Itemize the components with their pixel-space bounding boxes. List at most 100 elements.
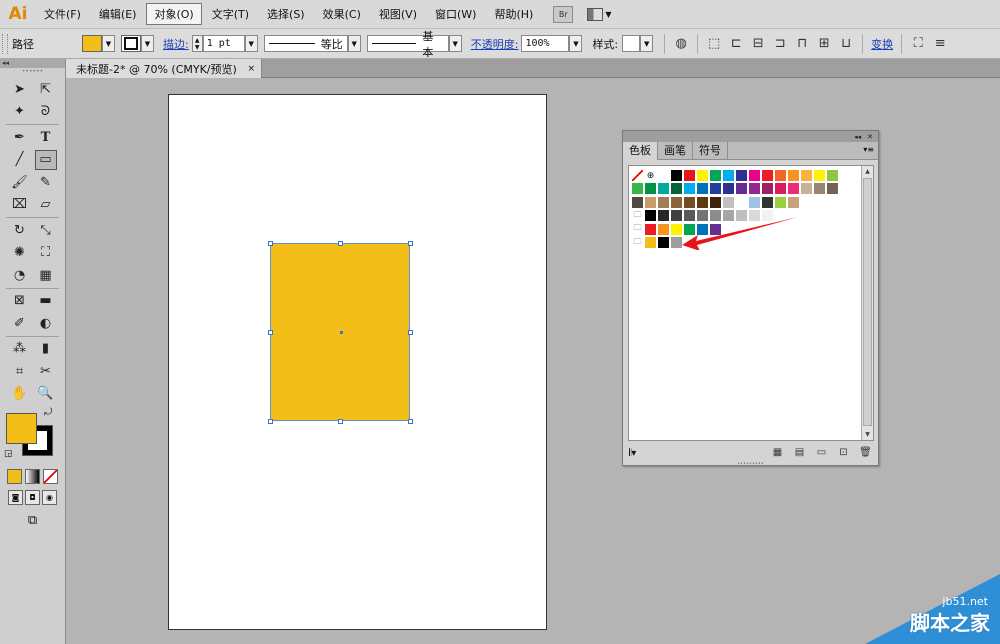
- direct-selection-tool-icon[interactable]: ⇱: [35, 79, 57, 99]
- tab-brushes[interactable]: 画笔: [658, 142, 693, 160]
- slice-tool-icon[interactable]: ✂: [35, 361, 57, 381]
- gradient-mode-button[interactable]: [25, 469, 40, 484]
- swatch[interactable]: [761, 169, 774, 182]
- color-group-folder-icon[interactable]: 🗀: [631, 223, 644, 236]
- align-hcenter-icon[interactable]: ⊟: [749, 35, 767, 53]
- close-icon[interactable]: ×: [247, 64, 255, 74]
- magic-wand-tool-icon[interactable]: ✦: [9, 102, 31, 122]
- lasso-tool-icon[interactable]: ᘐ: [35, 102, 57, 122]
- document-tab[interactable]: 未标题-2* @ 70% (CMYK/预览) ×: [66, 59, 262, 78]
- free-transform-tool-icon[interactable]: ⛶: [35, 243, 57, 263]
- menu-file[interactable]: 文件(F): [36, 3, 89, 25]
- swatch[interactable]: [748, 169, 761, 182]
- swatch[interactable]: [826, 182, 839, 196]
- collapse-panel-icon[interactable]: ◂◂: [854, 133, 861, 141]
- swatch[interactable]: [813, 182, 826, 196]
- swatch[interactable]: [683, 169, 696, 182]
- line-tool-icon[interactable]: ╱: [9, 150, 31, 170]
- swatch[interactable]: [722, 182, 735, 196]
- artboard-tool-icon[interactable]: ⌗: [9, 361, 31, 381]
- swatch[interactable]: [631, 195, 644, 209]
- swatch[interactable]: [670, 182, 683, 196]
- mesh-tool-icon[interactable]: ⊠: [9, 291, 31, 311]
- swatch[interactable]: [657, 195, 670, 209]
- selection-handle[interactable]: [408, 241, 413, 246]
- shape-builder-tool-icon[interactable]: ◔: [9, 265, 31, 285]
- swatch[interactable]: [696, 169, 709, 182]
- color-group-folder-icon[interactable]: 🗀: [631, 209, 644, 222]
- color-mode-button[interactable]: [7, 469, 22, 484]
- swatch[interactable]: [787, 182, 800, 196]
- opacity-dropdown[interactable]: ▼: [569, 35, 583, 52]
- bridge-button[interactable]: Br: [553, 5, 574, 23]
- swatch[interactable]: [722, 169, 735, 182]
- hand-tool-icon[interactable]: ✋: [9, 384, 31, 404]
- scroll-thumb[interactable]: [863, 178, 872, 426]
- align-right-icon[interactable]: ⊐: [771, 35, 789, 53]
- default-fill-stroke-icon[interactable]: ◲: [4, 449, 13, 459]
- swatch[interactable]: [709, 182, 722, 196]
- style-dropdown[interactable]: ▼: [640, 35, 654, 52]
- opacity-input[interactable]: 100%: [521, 35, 570, 52]
- brush-definition[interactable]: 基本: [366, 30, 449, 59]
- swatch[interactable]: [657, 222, 670, 236]
- swatch[interactable]: [787, 169, 800, 182]
- menu-window[interactable]: 窗口(W): [427, 3, 484, 25]
- fill-color-button[interactable]: [82, 35, 102, 52]
- swatch[interactable]: [709, 169, 722, 182]
- scroll-up-icon[interactable]: ▲: [862, 166, 873, 177]
- rectangle-tool-icon[interactable]: ▭: [34, 149, 57, 170]
- selection-handle[interactable]: [408, 330, 413, 335]
- recolor-artwork-icon[interactable]: ◍: [672, 35, 690, 53]
- swap-fill-stroke-icon[interactable]: ⤾: [44, 407, 52, 418]
- swatch[interactable]: [826, 169, 839, 182]
- fill-dropdown[interactable]: ▼: [102, 35, 115, 52]
- variable-width-profile[interactable]: 等比: [263, 35, 348, 52]
- screen-mode-icon[interactable]: ⧉: [22, 513, 44, 529]
- selection-handle[interactable]: [268, 241, 273, 246]
- align-bottom-icon[interactable]: ⊔: [837, 35, 855, 53]
- show-swatch-kinds-icon[interactable]: ▦: [771, 447, 784, 459]
- swatch[interactable]: [735, 195, 748, 209]
- swatch[interactable]: [761, 195, 774, 209]
- column-graph-tool-icon[interactable]: ▮: [35, 339, 57, 359]
- menu-type[interactable]: 文字(T): [204, 3, 257, 25]
- menu-object[interactable]: 对象(O): [146, 3, 202, 25]
- swatch[interactable]: [774, 182, 787, 196]
- isolate-group-icon[interactable]: ⛶: [909, 35, 927, 53]
- swatch[interactable]: [657, 182, 670, 196]
- selection-handle[interactable]: [338, 241, 343, 246]
- zoom-tool-icon[interactable]: 🔍: [35, 384, 57, 404]
- selection-handle[interactable]: [338, 419, 343, 424]
- color-group-folder-icon[interactable]: 🗀: [631, 236, 644, 249]
- scrollbar[interactable]: ▲ ▼: [861, 166, 873, 440]
- none-mode-button[interactable]: [43, 469, 58, 484]
- tab-swatches[interactable]: 色板: [623, 142, 658, 160]
- panel-menu-icon[interactable]: ≡: [931, 35, 949, 53]
- swatch[interactable]: [644, 209, 657, 223]
- swatch[interactable]: [644, 195, 657, 209]
- tab-symbols[interactable]: 符号: [693, 142, 728, 160]
- selection-handle[interactable]: [408, 419, 413, 424]
- stroke-panel-link[interactable]: 描边:: [163, 36, 189, 52]
- collapse-panel-icon[interactable]: ◂◂: [0, 59, 65, 68]
- scroll-down-icon[interactable]: ▼: [862, 429, 873, 440]
- swatch[interactable]: [748, 195, 761, 209]
- menu-effect[interactable]: 效果(C): [315, 3, 369, 25]
- panel-title-bar[interactable]: ◂◂ ✕: [623, 131, 878, 142]
- swatch[interactable]: [761, 182, 774, 196]
- delete-swatch-icon[interactable]: 🗑: [859, 447, 872, 459]
- panel-resize-grip[interactable]: •••••••••: [623, 462, 878, 467]
- blend-tool-icon[interactable]: ◐: [35, 313, 57, 333]
- swatch[interactable]: [813, 169, 826, 182]
- menu-edit[interactable]: 编辑(E): [91, 3, 145, 25]
- selection-handle[interactable]: [268, 330, 273, 335]
- panel-grip[interactable]: [2, 33, 8, 54]
- eraser-tool-icon[interactable]: ▱: [35, 195, 57, 215]
- pencil-tool-icon[interactable]: ✎: [35, 172, 57, 192]
- draw-inside-button[interactable]: ◉: [42, 490, 57, 505]
- swatch-none[interactable]: [631, 169, 644, 182]
- swatch[interactable]: [774, 169, 787, 182]
- swatch[interactable]: [735, 169, 748, 182]
- draw-behind-button[interactable]: ◘: [25, 490, 40, 505]
